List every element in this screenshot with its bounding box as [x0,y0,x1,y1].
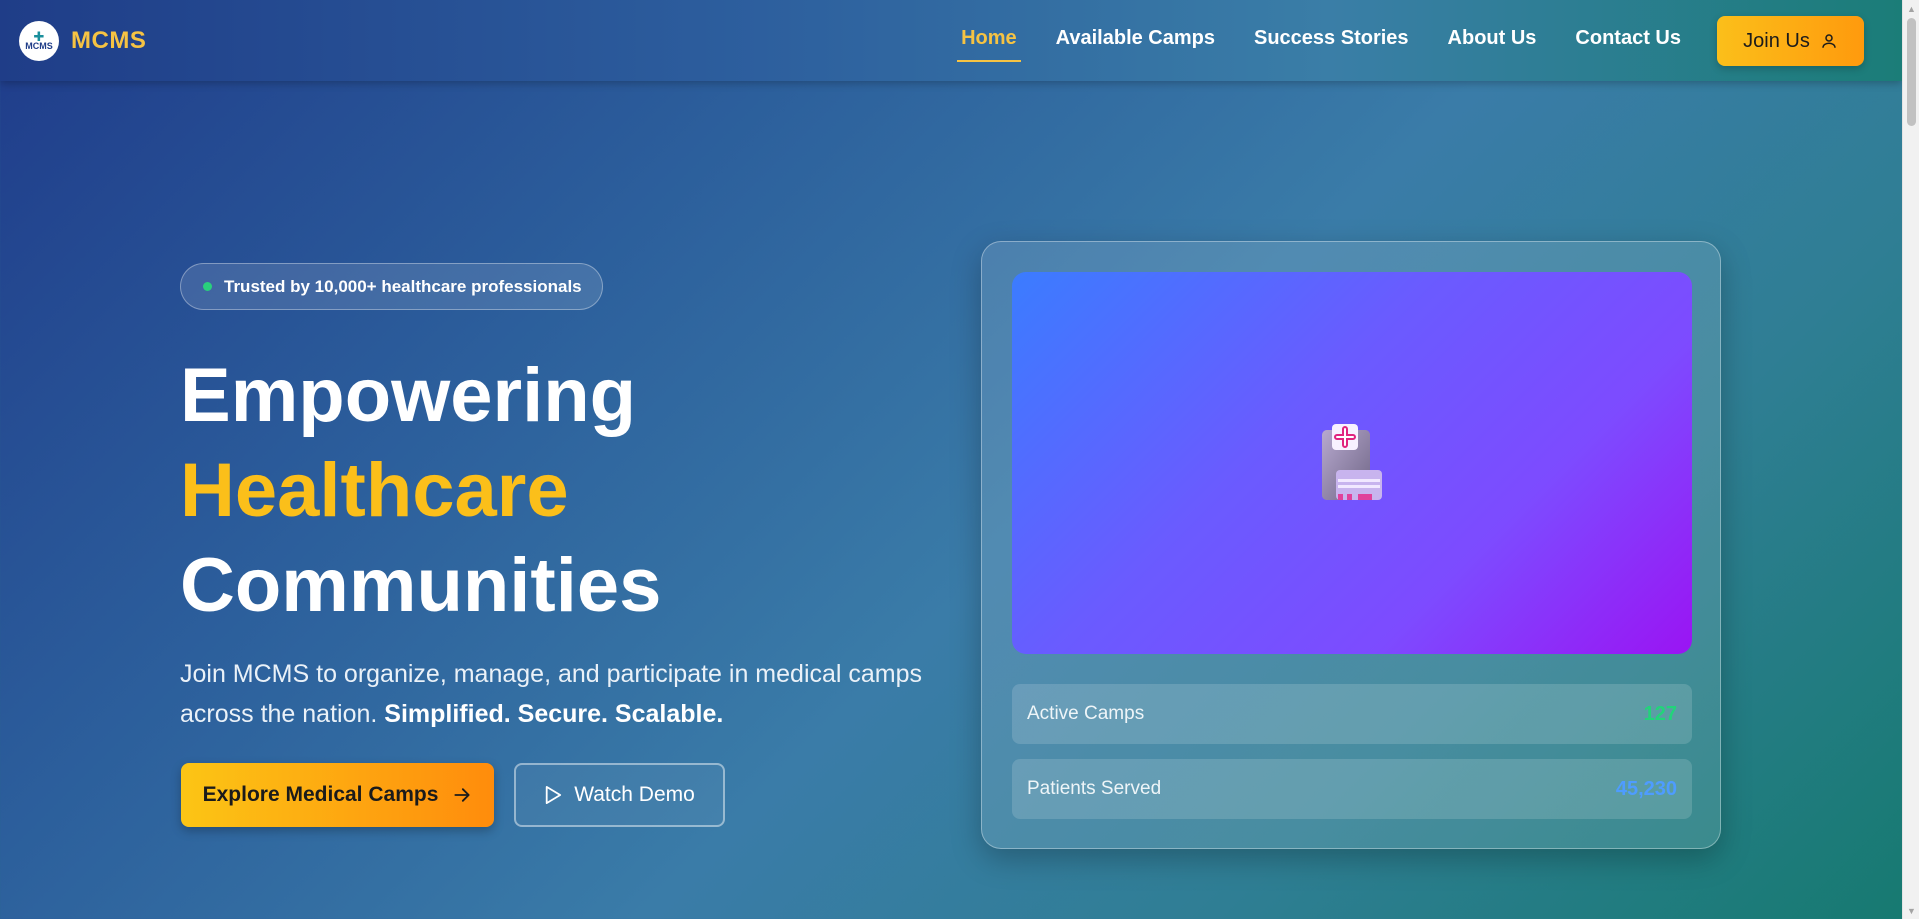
arrow-right-icon [454,788,470,802]
scroll-down-arrow-icon[interactable]: ▼ [1903,902,1919,919]
nav-item-home[interactable]: Home [957,27,1021,62]
explore-camps-label: Explore Medical Camps [202,783,439,806]
hero-subtext-strong: Simplified. Secure. Scalable. [384,700,724,728]
stat-value: 45,230 [1615,777,1677,800]
logo-text: MCMS [25,41,53,51]
trust-badge: Trusted by 10,000+ healthcare profession… [180,263,603,310]
user-icon [1822,34,1836,48]
stat-active-camps: Active Camps 127 [1012,684,1692,744]
stat-patients-served: Patients Served 45,230 [1012,759,1692,819]
explore-camps-button[interactable]: Explore Medical Camps [181,763,494,827]
nav-item-about-us[interactable]: About Us [1448,27,1537,54]
join-us-button[interactable]: Join Us [1717,16,1864,66]
headline-line-2: Healthcare [180,448,569,533]
stat-label: Active Camps [1027,703,1145,724]
brand[interactable]: ✚ MCMS MCMS [19,21,146,61]
scroll-thumb[interactable] [1907,18,1916,126]
hero-stats-card: Active Camps 127 Patients Served 45,230 [981,241,1721,849]
headline-line-1: Empowering [180,353,637,438]
play-icon [546,786,562,804]
logo: ✚ MCMS [19,21,59,61]
nav-item-available-camps[interactable]: Available Camps [1056,27,1215,54]
nav-links: Home Available Camps Success Stories Abo… [922,0,1681,81]
hospital-icon [1322,424,1382,500]
page-scrollbar[interactable]: ▲ ▼ [1902,0,1919,919]
headline-line-3: Communities [180,543,662,628]
trust-badge-text: Trusted by 10,000+ healthcare profession… [224,276,582,296]
hero-subtext: Join MCMS to organize, manage, and parti… [180,654,940,734]
hero-illustration [1012,272,1692,654]
brand-name[interactable]: MCMS [71,27,146,55]
nav-item-success-stories[interactable]: Success Stories [1254,27,1409,54]
status-dot-icon [203,282,212,291]
stat-value: 127 [1643,702,1677,725]
watch-demo-button[interactable]: Watch Demo [514,763,725,827]
hero-headline: Empowering Healthcare Communities [180,348,661,633]
nav-item-contact-us[interactable]: Contact Us [1575,27,1681,54]
join-us-label: Join Us [1743,29,1810,52]
watch-demo-label: Watch Demo [574,783,695,806]
top-navbar: ✚ MCMS MCMS Home Available Camps Success… [0,0,1902,81]
stat-label: Patients Served [1027,778,1162,799]
scroll-up-arrow-icon[interactable]: ▲ [1903,0,1919,17]
